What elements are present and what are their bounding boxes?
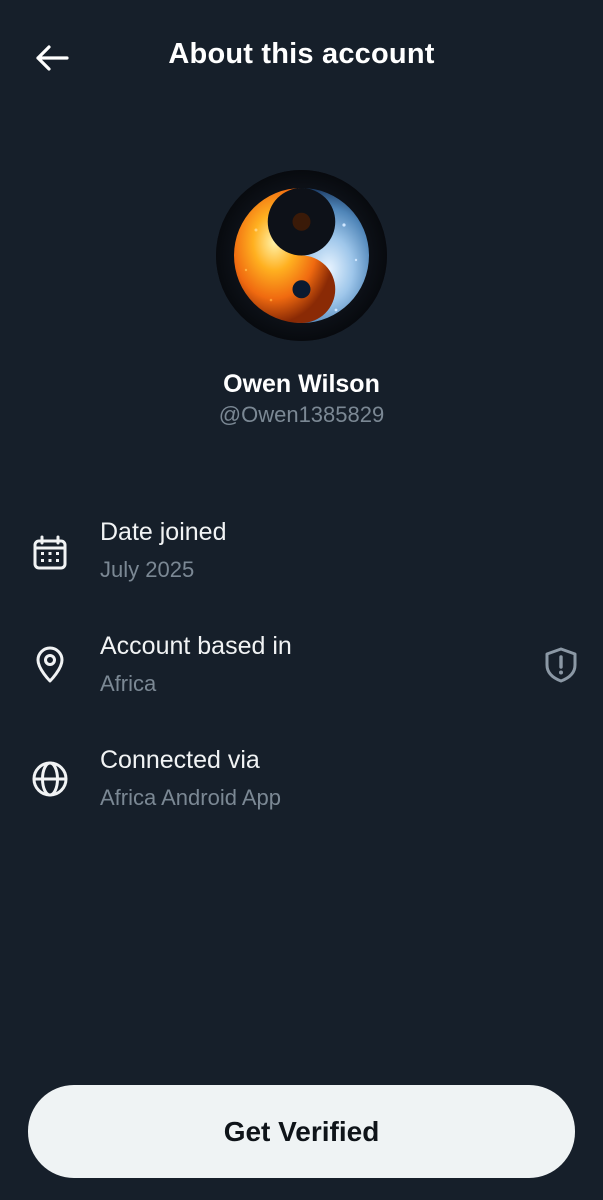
get-verified-button[interactable]: Get Verified xyxy=(28,1085,575,1178)
yin-yang-fire-ice-avatar xyxy=(216,170,387,341)
date-joined-value: July 2025 xyxy=(100,557,195,582)
avatar[interactable] xyxy=(216,170,387,341)
connected-via-row: Connected via Africa Android App xyxy=(0,746,603,826)
date-joined-label: Date joined xyxy=(100,518,227,546)
header: About this account xyxy=(0,0,603,112)
date-joined-row: Date joined July 2025 xyxy=(0,518,603,598)
account-based-in-row: Account based in Africa xyxy=(0,632,603,712)
shield-alert-icon xyxy=(545,647,577,683)
page-title: About this account xyxy=(168,38,435,70)
account-based-in-value: Africa xyxy=(100,671,157,696)
calendar-icon xyxy=(30,533,70,573)
connected-via-label: Connected via xyxy=(100,746,260,774)
globe-icon xyxy=(30,759,70,799)
connected-via-value: Africa Android App xyxy=(100,785,282,810)
about-account-screen: About this account Owen Wilson @Owen1385… xyxy=(0,0,603,1200)
profile-handle: @Owen1385829 xyxy=(218,402,385,427)
location-pin-icon xyxy=(30,645,70,685)
profile-name: Owen Wilson xyxy=(223,370,380,398)
shield-alert-button[interactable] xyxy=(541,645,581,685)
account-based-in-label: Account based in xyxy=(100,632,292,660)
